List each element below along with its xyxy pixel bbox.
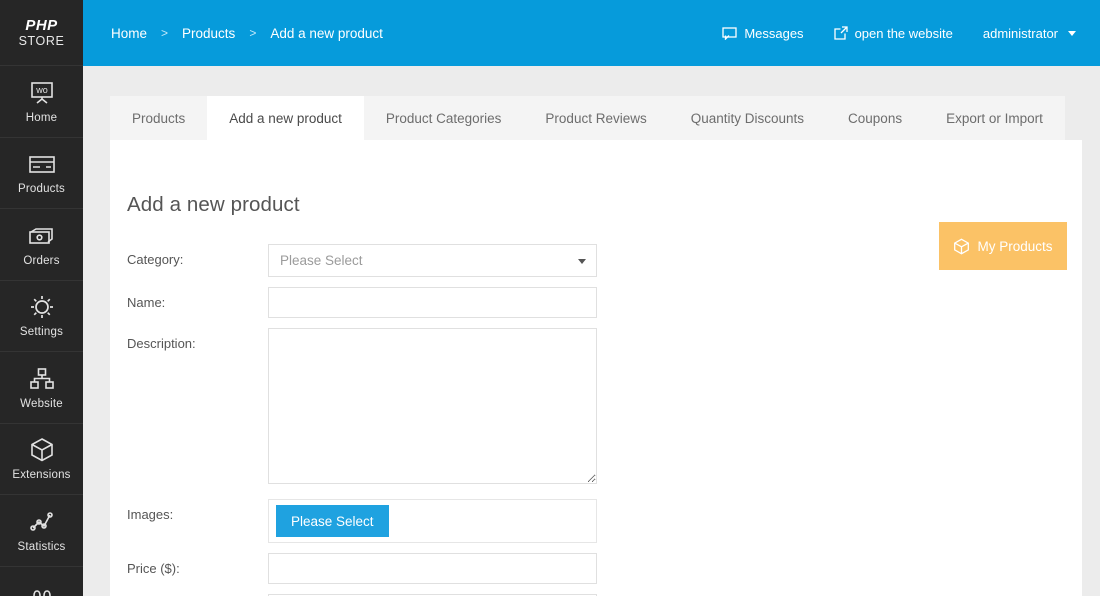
sidebar-item-extensions[interactable]: Extensions — [0, 424, 83, 496]
cube-icon — [953, 238, 970, 255]
tab-coupons[interactable]: Coupons — [826, 96, 924, 140]
presentation-board-icon: wo — [29, 79, 55, 107]
category-label: Category: — [127, 244, 268, 268]
breadcrumb: Home > Products > Add a new product — [111, 26, 383, 41]
top-header: Home > Products > Add a new product Mess… — [83, 0, 1100, 66]
sidebar-item-label: Statistics — [17, 541, 65, 553]
sidebar-item-label: Orders — [23, 255, 59, 267]
images-drop-hint: or Drag & Drop Files — [381, 514, 499, 529]
tab-product-categories[interactable]: Product Categories — [364, 96, 524, 140]
form-row-price: Price ($): — [127, 553, 617, 584]
description-label: Description: — [127, 328, 268, 352]
price-input[interactable] — [268, 553, 597, 584]
header-actions: Messages open the website administrator — [722, 26, 1076, 41]
sidebar: PHP STORE wo Home Products — [0, 0, 83, 596]
open-website-link[interactable]: open the website — [834, 26, 953, 41]
message-bubble-icon — [722, 27, 737, 40]
page-title: Add a new product — [127, 193, 300, 217]
content-card: My Products Add a new product Category: … — [110, 140, 1082, 596]
tab-add-a-new-product[interactable]: Add a new product — [207, 96, 364, 140]
line-chart-icon — [29, 508, 55, 536]
sidebar-item-products[interactable]: Products — [0, 138, 83, 210]
form-row-category: Category: Please Select — [127, 244, 617, 277]
breadcrumb-separator: > — [249, 26, 256, 40]
name-input[interactable] — [268, 287, 597, 318]
logo-secondary-text: STORE — [19, 34, 65, 49]
chevron-down-icon — [1068, 31, 1076, 36]
sidebar-item-label: Website — [20, 398, 63, 410]
user-menu-label: administrator — [983, 26, 1058, 41]
sidebar-item-settings[interactable]: Settings — [0, 281, 83, 353]
tab-quantity-discounts[interactable]: Quantity Discounts — [669, 96, 826, 140]
sidebar-item-label: Home — [26, 112, 57, 124]
content-area: Products Add a new product Product Categ… — [83, 66, 1100, 596]
logo-primary-text: PHP — [25, 17, 57, 34]
sidebar-item-home[interactable]: wo Home — [0, 66, 83, 138]
sidebar-item-label: Settings — [20, 326, 63, 338]
sidebar-item-label: Products — [18, 183, 65, 195]
tab-product-reviews[interactable]: Product Reviews — [523, 96, 668, 140]
description-textarea[interactable] — [268, 328, 597, 484]
form-row-images: Images: Please Select or Drag & Drop Fil… — [127, 499, 617, 543]
external-link-icon — [834, 26, 848, 40]
price-label: Price ($): — [127, 553, 268, 577]
sidebar-item-website[interactable]: Website — [0, 352, 83, 424]
sitemap-icon — [29, 365, 55, 393]
tab-export-or-import[interactable]: Export or Import — [924, 96, 1065, 140]
cube-icon — [29, 436, 55, 464]
breadcrumb-item-current: Add a new product — [270, 26, 383, 41]
add-product-form: Category: Please Select Name: — [127, 244, 617, 596]
form-row-description: Description: — [127, 328, 617, 489]
breadcrumb-item-products[interactable]: Products — [182, 26, 235, 41]
messages-label: Messages — [744, 26, 803, 41]
chevron-down-icon — [578, 259, 586, 264]
footprints-icon — [29, 585, 55, 596]
sidebar-item-label: Extensions — [12, 469, 70, 481]
my-products-label: My Products — [977, 239, 1052, 254]
images-dropzone[interactable]: Please Select or Drag & Drop Files — [268, 499, 597, 543]
category-select-value: Please Select — [280, 253, 363, 268]
user-menu[interactable]: administrator — [983, 26, 1076, 41]
form-row-name: Name: — [127, 287, 617, 318]
money-icon — [28, 222, 56, 250]
sidebar-item-partial[interactable] — [0, 567, 83, 596]
open-website-label: open the website — [855, 26, 953, 41]
messages-link[interactable]: Messages — [722, 26, 803, 41]
admin-app: PHP STORE wo Home Products — [0, 0, 1100, 596]
card-icon — [28, 150, 56, 178]
sidebar-item-orders[interactable]: Orders — [0, 209, 83, 281]
breadcrumb-item-home[interactable]: Home — [111, 26, 147, 41]
tab-bar: Products Add a new product Product Categ… — [110, 96, 1065, 140]
my-products-button[interactable]: My Products — [939, 222, 1067, 270]
images-label: Images: — [127, 499, 268, 523]
images-select-button[interactable]: Please Select — [276, 505, 389, 537]
category-select[interactable]: Please Select — [268, 244, 597, 277]
sidebar-item-statistics[interactable]: Statistics — [0, 495, 83, 567]
breadcrumb-separator: > — [161, 26, 168, 40]
tab-products[interactable]: Products — [110, 96, 207, 140]
sidebar-logo[interactable]: PHP STORE — [0, 0, 83, 66]
name-label: Name: — [127, 287, 268, 311]
gear-icon — [29, 293, 55, 321]
svg-text:wo: wo — [35, 85, 48, 95]
